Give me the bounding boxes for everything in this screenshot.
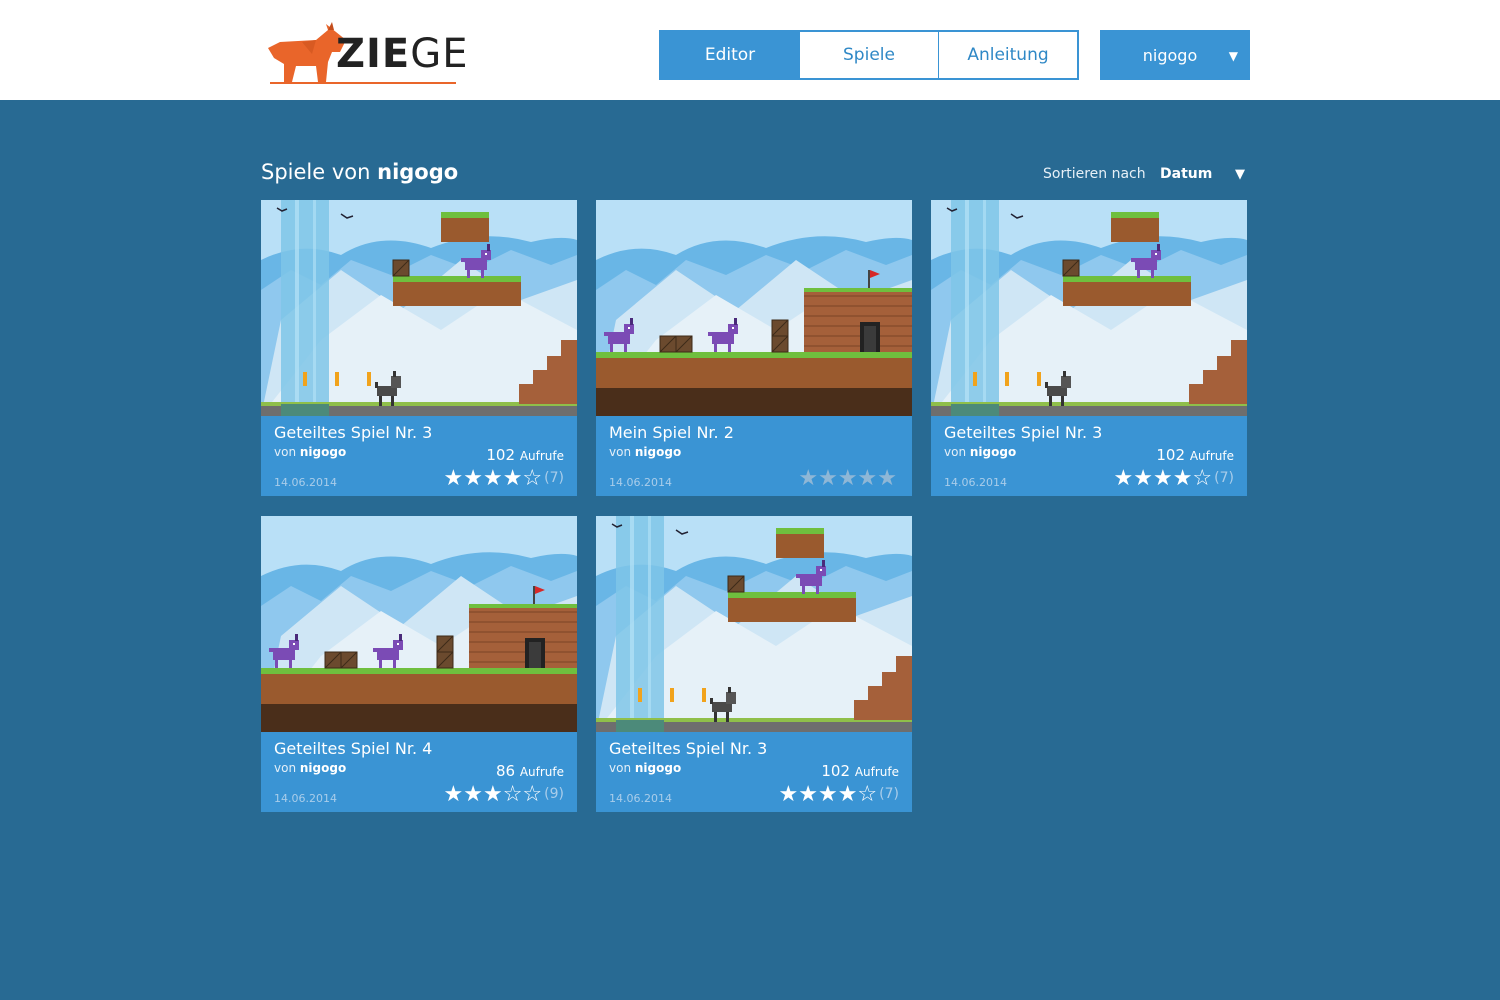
sort-select[interactable]: Datum [1160,166,1212,182]
game-preview-image [261,200,577,416]
game-thumbnail[interactable] [596,516,912,732]
star-icons: ★★★★★ [798,466,897,491]
sort-chevron-down-icon[interactable]: ▼ [1235,167,1245,182]
user-name: nigogo [1142,45,1198,65]
user-menu-button[interactable]: nigogo ▼ [1100,30,1250,80]
game-card[interactable]: Geteiltes Spiel Nr. 4 von nigogo 86 Aufr… [261,516,577,812]
game-card[interactable]: Geteiltes Spiel Nr. 3 von nigogo 102 Auf… [261,200,577,496]
game-card[interactable]: Geteiltes Spiel Nr. 3 von nigogo 102 Auf… [931,200,1247,496]
star-rating[interactable]: ★★★☆☆ (9) [444,782,564,807]
logo-underline [270,82,456,84]
game-author-link[interactable]: nigogo [970,445,1016,459]
star-rating[interactable]: ★★★★☆ (7) [444,466,564,491]
star-rating[interactable]: ★★★★☆ (7) [1114,466,1234,491]
game-date: 14.06.2014 [609,792,672,805]
page-title-user: nigogo [377,160,459,184]
game-preview-image [261,516,577,732]
tab-anleitung[interactable]: Anleitung [939,32,1077,78]
star-icons: ★★★★☆ [443,466,543,491]
game-preview-image [596,200,912,416]
game-author: von nigogo [609,445,682,459]
game-views: 102 Aufrufe [486,446,564,464]
main-nav: Editor Spiele Anleitung [659,30,1079,80]
rating-count: (7) [879,786,899,802]
game-thumbnail[interactable] [931,200,1247,416]
sort-label: Sortieren nach [1043,166,1146,182]
star-rating[interactable]: ★★★★★ [798,466,899,491]
game-date: 14.06.2014 [609,476,672,489]
game-author-link[interactable]: nigogo [300,761,346,775]
tab-editor[interactable]: Editor [661,32,800,78]
game-date: 14.06.2014 [944,476,1007,489]
game-author: von nigogo [944,445,1017,459]
game-title[interactable]: Geteiltes Spiel Nr. 3 [274,423,432,442]
game-thumbnail[interactable] [261,516,577,732]
game-title[interactable]: Mein Spiel Nr. 2 [609,423,734,442]
top-bar: ZIEGE Editor Spiele Anleitung nigogo ▼ [0,0,1500,100]
star-icons: ★★★★☆ [1113,466,1213,491]
game-title[interactable]: Geteiltes Spiel Nr. 4 [274,739,432,758]
rating-count: (7) [1214,470,1234,486]
star-icons: ★★★★☆ [778,782,878,807]
star-rating[interactable]: ★★★★☆ (7) [779,782,899,807]
game-author: von nigogo [609,761,682,775]
game-preview-image [596,516,912,732]
rating-count: (7) [544,470,564,486]
logo-wordmark: ZIEGE [336,31,469,77]
game-thumbnail[interactable] [596,200,912,416]
game-preview-image [931,200,1247,416]
game-author-link[interactable]: nigogo [635,445,681,459]
game-card[interactable]: Geteiltes Spiel Nr. 3 von nigogo 102 Auf… [596,516,912,812]
game-title[interactable]: Geteiltes Spiel Nr. 3 [944,423,1102,442]
game-views: 86 Aufrufe [495,762,564,780]
rating-count: (9) [544,786,564,802]
game-author-link[interactable]: nigogo [300,445,346,459]
game-views: 102 Aufrufe [1156,446,1234,464]
chevron-down-icon: ▼ [1228,49,1238,63]
game-thumbnail[interactable] [261,200,577,416]
game-title[interactable]: Geteiltes Spiel Nr. 3 [609,739,767,758]
ziege-logo[interactable]: ZIEGE [266,22,467,86]
game-views: 102 Aufrufe [821,762,899,780]
game-author: von nigogo [274,761,347,775]
page-title: Spiele von nigogo [261,160,459,184]
game-date: 14.06.2014 [274,792,337,805]
game-date: 14.06.2014 [274,476,337,489]
tab-spiele[interactable]: Spiele [800,32,939,78]
game-author-link[interactable]: nigogo [635,761,681,775]
star-icons: ★★★☆☆ [443,782,543,807]
game-card[interactable]: Mein Spiel Nr. 2 von nigogo 14.06.2014 ★… [596,200,912,496]
game-author: von nigogo [274,445,347,459]
